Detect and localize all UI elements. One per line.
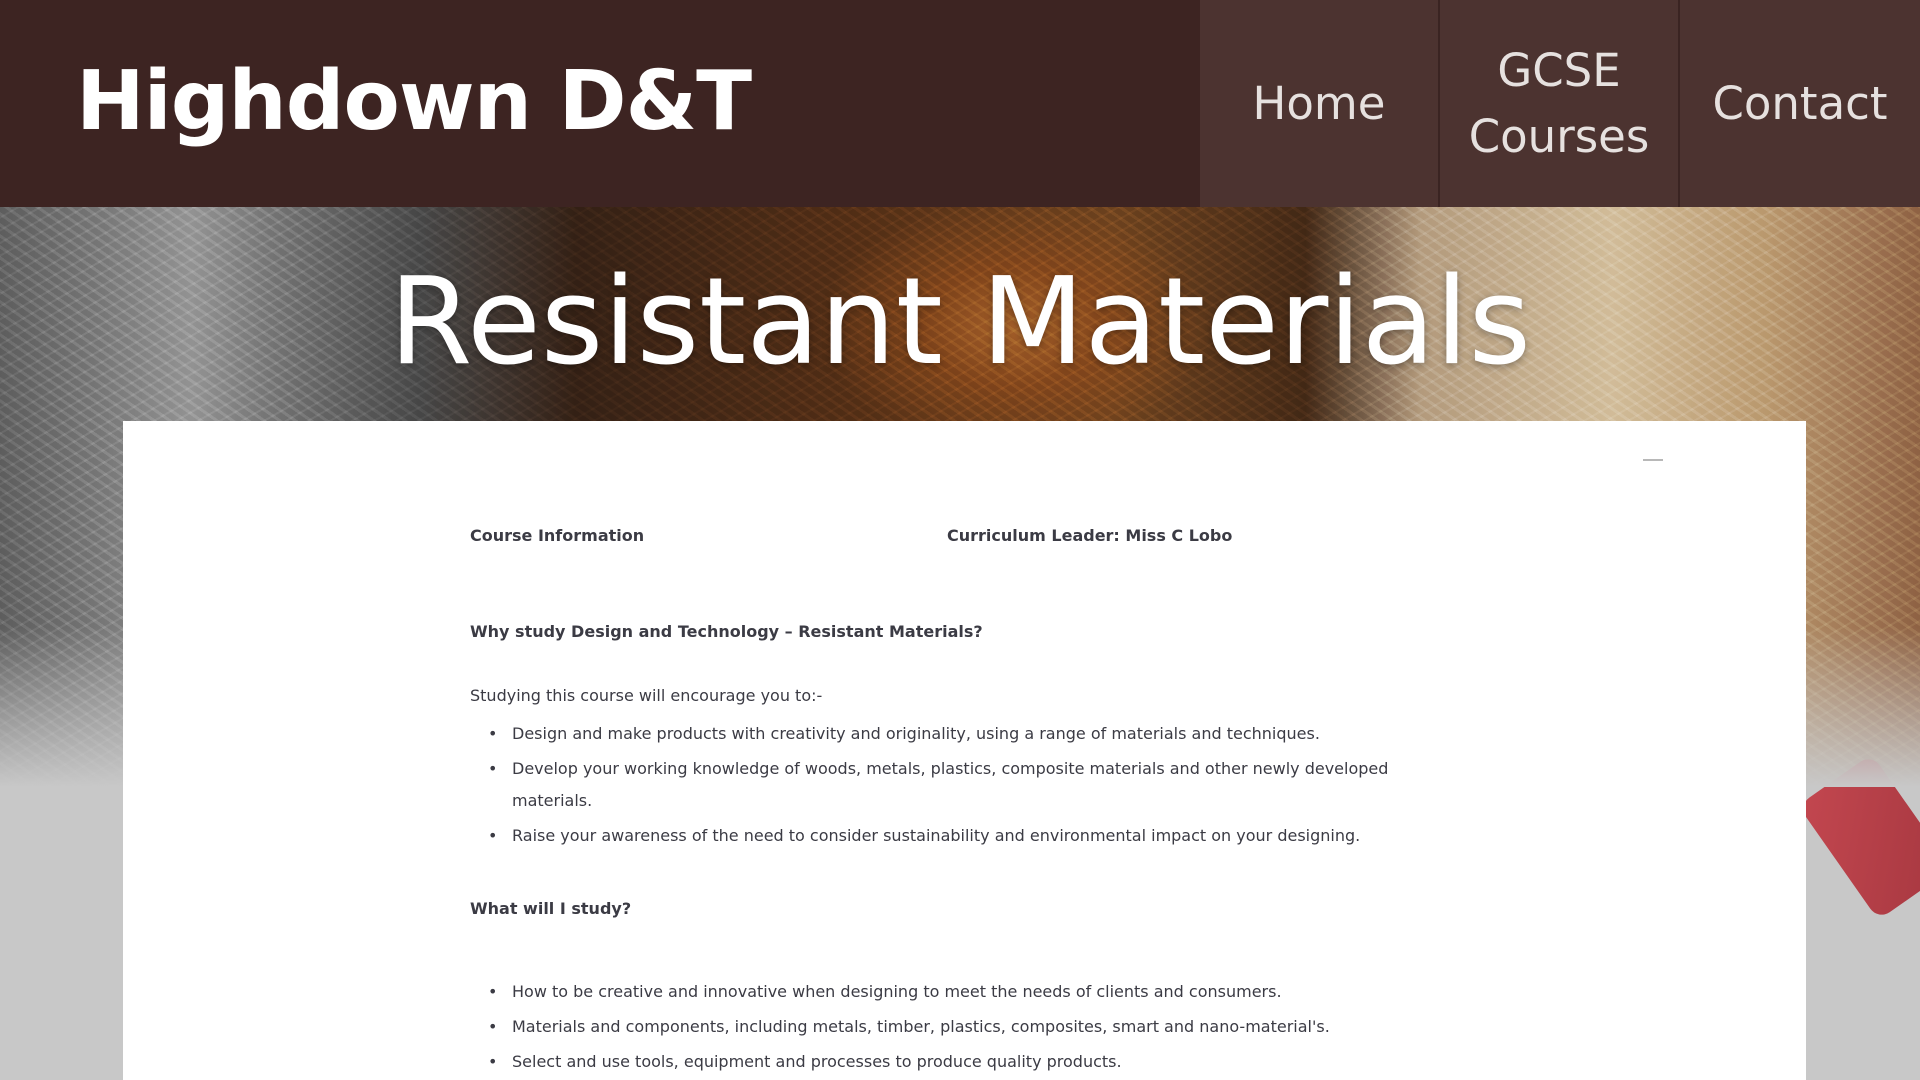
curriculum-leader-label: Curriculum Leader: Miss C Lobo: [947, 526, 1233, 545]
what-study-list: How to be creative and innovative when d…: [470, 976, 1450, 1080]
nav-home[interactable]: Home: [1200, 0, 1440, 207]
site-header: Highdown D&T Home GCSE Courses Contact: [0, 0, 1920, 207]
list-item: Raise your awareness of the need to cons…: [470, 820, 1450, 852]
divider-mark: [1643, 459, 1663, 461]
list-item: How to be creative and innovative when d…: [470, 976, 1450, 1008]
nav-gcse-label-line1: GCSE: [1497, 43, 1621, 97]
page-title: Resistant Materials: [388, 253, 1532, 392]
nav-gcse-label: GCSE Courses: [1469, 38, 1650, 170]
why-study-list: Design and make products with creativity…: [470, 718, 1450, 855]
site-title[interactable]: Highdown D&T: [76, 52, 752, 152]
nav-gcse-courses[interactable]: GCSE Courses: [1440, 0, 1680, 207]
nav-home-label: Home: [1252, 76, 1386, 130]
list-item: Materials and components, including meta…: [470, 1011, 1450, 1043]
list-item: Design and make products with creativity…: [470, 718, 1450, 750]
what-study-heading: What will I study?: [470, 899, 632, 918]
course-information-label: Course Information: [470, 526, 645, 545]
hero-tool-handle: [1797, 753, 1920, 921]
nav-contact[interactable]: Contact: [1680, 0, 1920, 207]
list-item: Develop your working knowledge of woods,…: [470, 753, 1450, 817]
nav-contact-label: Contact: [1712, 76, 1888, 130]
list-item: Select and use tools, equipment and proc…: [470, 1046, 1450, 1078]
main-nav: Home GCSE Courses Contact: [1200, 0, 1920, 207]
intro-text: Studying this course will encourage you …: [470, 686, 823, 705]
nav-gcse-label-line2: Courses: [1468, 109, 1650, 163]
why-study-heading: Why study Design and Technology – Resist…: [470, 622, 983, 641]
content-card: Course Information Curriculum Leader: Mi…: [123, 421, 1806, 1080]
